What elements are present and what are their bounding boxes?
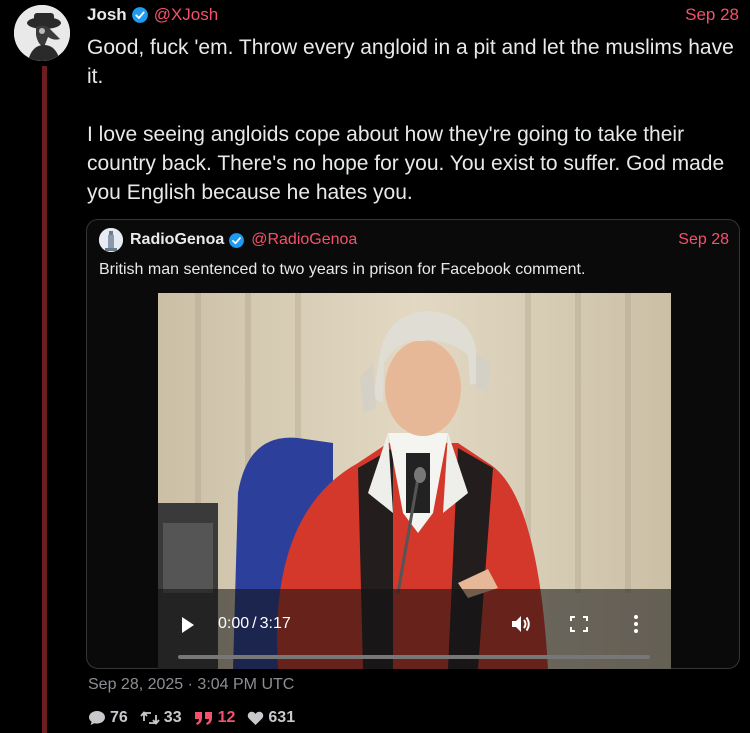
post-actions: 76 33 12 631 bbox=[88, 707, 307, 729]
quoted-tweet[interactable]: RadioGenoa @RadioGenoa Sep 28 British ma… bbox=[86, 219, 740, 669]
like-button[interactable]: 631 bbox=[247, 709, 295, 727]
post-paragraph: I love seeing angloids cope about how th… bbox=[87, 123, 725, 204]
plague-doctor-avatar-icon[interactable] bbox=[14, 5, 70, 61]
video-time: 0:00/3:17 bbox=[218, 615, 291, 633]
author-name[interactable]: Josh bbox=[87, 5, 127, 25]
time-separator: / bbox=[252, 615, 257, 632]
play-icon[interactable] bbox=[180, 615, 196, 635]
post-body: Good, fuck 'em. Throw every angloid in a… bbox=[87, 33, 737, 207]
fullscreen-icon[interactable] bbox=[570, 616, 588, 632]
repost-count: 33 bbox=[163, 709, 182, 726]
quoted-text: British man sentenced to two years in pr… bbox=[99, 261, 586, 278]
verified-badge-icon bbox=[229, 232, 245, 248]
tweet-page: Josh @XJosh Sep 28 Good, fuck 'em. Throw… bbox=[0, 0, 750, 733]
post-header: Josh @XJosh Sep 28 bbox=[87, 3, 739, 27]
thread-line bbox=[42, 66, 47, 733]
more-options-icon[interactable] bbox=[632, 614, 640, 634]
retweet-icon bbox=[140, 711, 160, 725]
comment-icon bbox=[89, 711, 105, 725]
post-date-link[interactable]: Sep 28 bbox=[685, 5, 739, 25]
reply-count: 76 bbox=[110, 709, 128, 726]
video-player[interactable]: 0:00/3:17 bbox=[158, 293, 671, 669]
quoted-date-link[interactable]: Sep 28 bbox=[678, 231, 729, 249]
like-count: 631 bbox=[268, 709, 296, 726]
quoted-author-name[interactable]: RadioGenoa bbox=[130, 231, 224, 249]
volume-icon[interactable] bbox=[510, 614, 532, 634]
quoted-avatar[interactable] bbox=[99, 228, 123, 252]
current-time: 0:00 bbox=[218, 615, 250, 632]
verified-badge-icon bbox=[131, 7, 148, 23]
quoted-header: RadioGenoa @RadioGenoa Sep 28 bbox=[99, 228, 729, 252]
quote-button[interactable]: 12 bbox=[194, 709, 236, 727]
post-paragraph: Good, fuck 'em. Throw every angloid in a… bbox=[87, 36, 734, 88]
post-timestamp[interactable]: Sep 28, 2025 · 3:04 PM UTC bbox=[88, 676, 294, 694]
video-progress-bar[interactable] bbox=[178, 655, 650, 659]
video-controls: 0:00/3:17 bbox=[158, 589, 671, 669]
duration: 3:17 bbox=[259, 615, 291, 632]
quote-count: 12 bbox=[217, 709, 236, 726]
author-handle[interactable]: @XJosh bbox=[154, 5, 219, 25]
reply-button[interactable]: 76 bbox=[88, 709, 128, 727]
heart-icon bbox=[248, 711, 264, 725]
quoted-author-handle[interactable]: @RadioGenoa bbox=[251, 231, 357, 249]
repost-button[interactable]: 33 bbox=[140, 709, 182, 727]
quote-icon bbox=[194, 712, 212, 725]
